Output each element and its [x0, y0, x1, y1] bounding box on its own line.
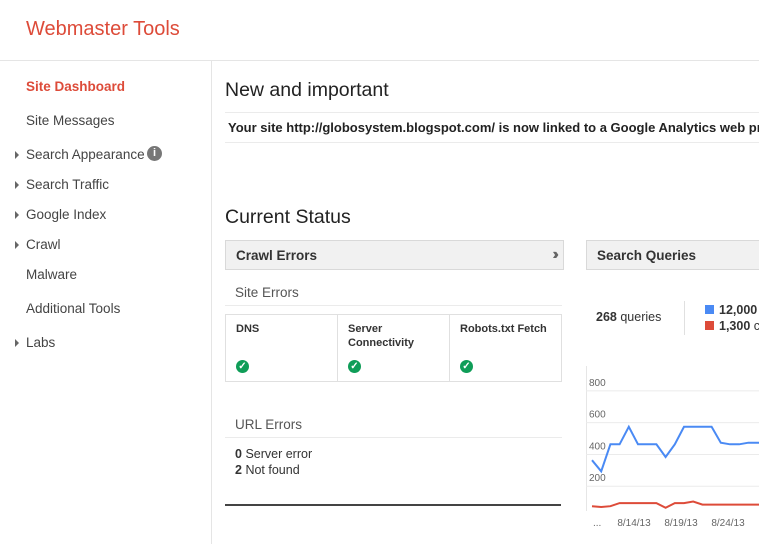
search-queries-title: Search Queries	[597, 248, 697, 263]
url-error-label: Not found	[245, 463, 300, 477]
current-status-heading: Current Status	[225, 206, 351, 228]
sidebar-item-label: Labs	[26, 335, 56, 350]
legend-impressions: 12,000 impressions	[705, 303, 759, 317]
search-queries-header[interactable]: Search Queries	[586, 240, 759, 270]
sidebar-item-label: Site Dashboard	[26, 79, 126, 94]
search-queries-chart: 800 600 400 200... 8/14/13 8/19/13 8/24/13	[586, 366, 759, 529]
chart-y-tick-label: 200	[589, 473, 606, 484]
expand-arrow-icon	[15, 339, 19, 347]
sidebar-item-label: Malware	[26, 267, 78, 282]
url-error-server-error[interactable]: 0 Server error	[235, 447, 312, 461]
url-error-count: 0	[235, 447, 242, 461]
check-circle-icon: ✓	[460, 360, 473, 373]
crawl-errors-title: Crawl Errors	[236, 248, 318, 263]
queries-count: 268 queries	[596, 310, 662, 324]
chart-series-impressions	[591, 424, 759, 474]
crawl-errors-header[interactable]: Crawl Errors ››	[225, 240, 564, 270]
url-error-label: Server error	[245, 447, 313, 461]
queries-divider	[684, 301, 685, 335]
panel-bottom-border	[225, 504, 561, 506]
site-error-dns[interactable]: DNS ✓	[226, 315, 338, 381]
chart-x-tick-label: ...	[593, 518, 601, 529]
url-error-count: 2	[235, 463, 242, 477]
sidebar-item-label: Crawl	[26, 237, 61, 252]
site-error-name: DNS	[236, 323, 260, 335]
divider	[225, 305, 562, 306]
chart-x-tick-label: 8/19/13	[664, 518, 698, 529]
site-errors-table: DNS ✓ Server Connectivity ✓ Robots.txt F…	[225, 314, 562, 382]
expand-arrow-icon	[15, 181, 19, 189]
chart-y-tick-label: 600	[589, 410, 606, 421]
expand-arrow-icon	[15, 151, 19, 159]
chart-x-tick-label: 8/14/13	[617, 518, 651, 529]
chart-x-tick-label: 8/24/13	[711, 518, 745, 529]
url-errors-label: URL Errors	[235, 417, 303, 432]
chart-y-tick-label: 400	[589, 441, 606, 452]
notice-message[interactable]: Your site http://globosystem.blogspot.co…	[225, 112, 759, 143]
url-error-not-found[interactable]: 2 Not found	[235, 463, 300, 477]
new-and-important-heading: New and important	[225, 79, 389, 101]
sidebar-item-label: Additional Tools	[26, 301, 121, 316]
main-content: New and important Your site http://globo…	[212, 61, 759, 544]
expand-arrow-icon	[15, 241, 19, 249]
divider	[225, 437, 562, 438]
legend-clicks: 1,300 clicks	[705, 319, 759, 333]
site-error-name: Robots.txt Fetch	[460, 323, 547, 335]
site-error-name: Server Connectivity	[348, 323, 415, 349]
check-circle-icon: ✓	[348, 360, 361, 373]
sidebar-item-label: Search Traffic	[26, 177, 110, 192]
legend-swatch	[705, 305, 714, 314]
legend-swatch	[705, 321, 714, 330]
expand-arrow-icon	[15, 211, 19, 219]
chart-y-tick-label: 800	[589, 378, 606, 389]
double-chevron-right-icon[interactable]: ››	[552, 246, 558, 264]
info-icon[interactable]: i	[147, 146, 162, 161]
check-circle-icon: ✓	[236, 360, 249, 373]
sidebar-item-label: Search Appearance	[26, 147, 145, 162]
app-title[interactable]: Webmaster Tools	[26, 18, 180, 41]
top-bar: Webmaster Tools	[0, 0, 759, 61]
site-errors-label: Site Errors	[235, 285, 299, 300]
chart-series-clicks	[591, 500, 759, 509]
sidebar-item-label: Google Index	[26, 207, 107, 222]
notice-text: Your site http://globosystem.blogspot.co…	[228, 120, 759, 135]
sidebar-item-label: Site Messages	[26, 113, 115, 128]
site-error-robots-fetch[interactable]: Robots.txt Fetch ✓	[450, 315, 562, 381]
site-error-server-connectivity[interactable]: Server Connectivity ✓	[338, 315, 450, 381]
sidebar: Site Dashboard Site Messages Search Appe…	[0, 61, 212, 544]
